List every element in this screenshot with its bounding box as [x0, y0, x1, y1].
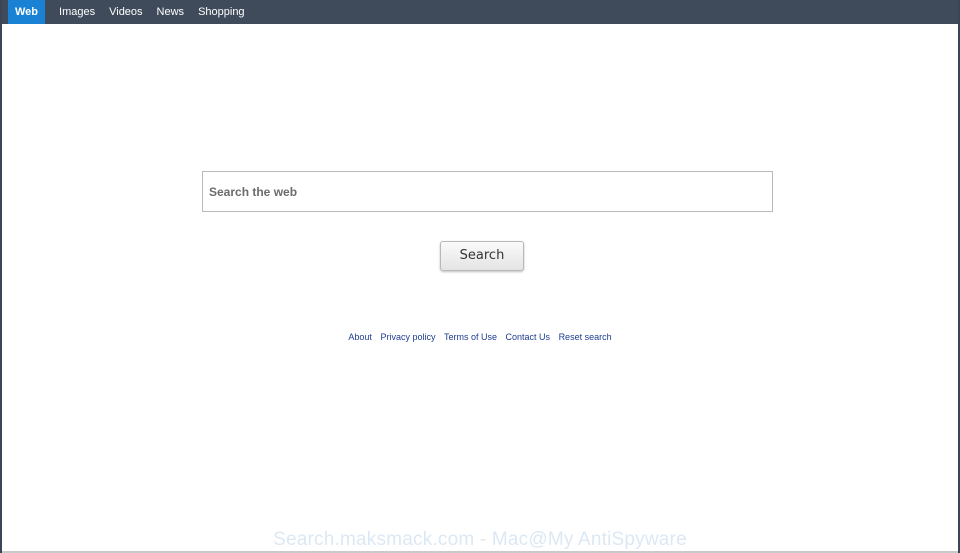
tab-images[interactable]: Images: [52, 0, 102, 24]
tab-videos[interactable]: Videos: [102, 0, 149, 24]
tab-shopping[interactable]: Shopping: [191, 0, 252, 24]
watermark-text: Search.maksmack.com - Mac@My AntiSpyware: [273, 529, 687, 550]
browser-page: Web Images Videos News Shopping Search A…: [0, 0, 960, 553]
footer-link-reset-search[interactable]: Reset search: [559, 332, 612, 342]
footer-link-privacy-policy[interactable]: Privacy policy: [380, 332, 435, 342]
footer-link-contact-us[interactable]: Contact Us: [506, 332, 551, 342]
search-button[interactable]: Search: [440, 241, 524, 271]
top-nav-bar: Web Images Videos News Shopping: [2, 0, 958, 24]
tab-web[interactable]: Web: [8, 0, 46, 24]
footer-link-terms-of-use[interactable]: Terms of Use: [444, 332, 497, 342]
search-input[interactable]: [202, 171, 773, 212]
footer-link-about[interactable]: About: [348, 332, 372, 342]
footer-links: About Privacy policy Terms of Use Contac…: [2, 332, 958, 342]
tab-news[interactable]: News: [150, 0, 192, 24]
